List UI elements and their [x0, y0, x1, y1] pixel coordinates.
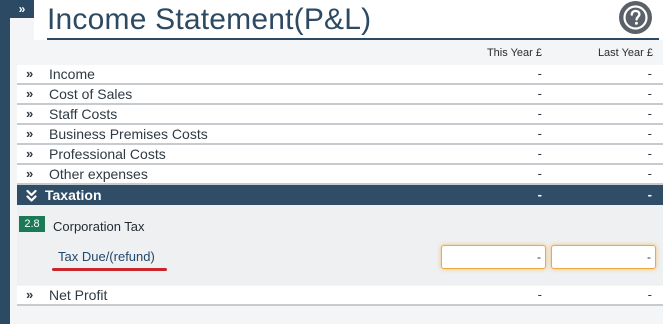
- title-divider: [47, 38, 659, 40]
- last-year-value: -: [647, 166, 652, 181]
- highlight-underline: [52, 268, 167, 271]
- row-label: Cost of Sales: [49, 86, 133, 102]
- last-year-value: -: [647, 187, 652, 202]
- last-year-value: -: [647, 146, 652, 161]
- tax-due-last-year-input[interactable]: [551, 245, 656, 269]
- page-title: Income Statement(P&L): [47, 3, 372, 36]
- double-chevron-right-icon: »: [26, 106, 34, 121]
- row-label: Professional Costs: [49, 146, 166, 162]
- last-year-value: -: [647, 86, 652, 101]
- row-label: Staff Costs: [49, 106, 118, 122]
- this-year-value: -: [537, 86, 542, 101]
- row-label: Business Premises Costs: [49, 126, 208, 142]
- row-taxation-expanded[interactable]: Taxation - -: [17, 185, 663, 205]
- column-header-last-year: Last Year £: [597, 47, 653, 59]
- tax-due-this-year-input[interactable]: [441, 245, 546, 269]
- this-year-value: -: [537, 187, 542, 202]
- this-year-value: -: [537, 66, 542, 81]
- this-year-value: -: [537, 166, 542, 181]
- section-heading-corporation-tax: Corporation Tax: [53, 219, 145, 234]
- row-label: Income: [49, 66, 95, 82]
- double-chevron-right-icon: »: [18, 2, 26, 16]
- this-year-value: -: [537, 106, 542, 121]
- this-year-value: -: [537, 146, 542, 161]
- row-business-premises-costs[interactable]: » Business Premises Costs - -: [17, 125, 663, 145]
- double-chevron-right-icon: »: [26, 287, 34, 302]
- row-cost-of-sales[interactable]: » Cost of Sales - -: [17, 85, 663, 105]
- row-net-profit[interactable]: » Net Profit - -: [17, 286, 663, 306]
- help-button[interactable]: [619, 1, 652, 34]
- question-circle-icon: [623, 5, 648, 30]
- row-label: Net Profit: [49, 287, 108, 303]
- this-year-value: -: [537, 287, 542, 302]
- last-year-value: -: [647, 66, 652, 81]
- row-other-expenses[interactable]: » Other expenses - -: [17, 165, 663, 185]
- last-year-value: -: [647, 126, 652, 141]
- row-label: Other expenses: [49, 166, 148, 182]
- expand-sidebar-button[interactable]: »: [10, 0, 34, 18]
- column-header-this-year: This Year £: [486, 47, 542, 59]
- last-year-value: -: [647, 287, 652, 302]
- row-income[interactable]: » Income - -: [17, 65, 663, 85]
- double-chevron-right-icon: »: [26, 66, 34, 81]
- tax-due-refund-link[interactable]: Tax Due/(refund): [58, 249, 155, 264]
- last-year-value: -: [647, 106, 652, 121]
- double-chevron-right-icon: »: [26, 146, 34, 161]
- section-number-badge: 2.8: [19, 216, 45, 232]
- row-label: Taxation: [45, 187, 102, 203]
- this-year-value: -: [537, 126, 542, 141]
- row-professional-costs[interactable]: » Professional Costs - -: [17, 145, 663, 165]
- double-chevron-right-icon: »: [26, 86, 34, 101]
- double-chevron-right-icon: »: [26, 126, 34, 141]
- double-chevron-right-icon: »: [26, 166, 34, 181]
- row-staff-costs[interactable]: » Staff Costs - -: [17, 105, 663, 125]
- left-rail: [0, 0, 10, 324]
